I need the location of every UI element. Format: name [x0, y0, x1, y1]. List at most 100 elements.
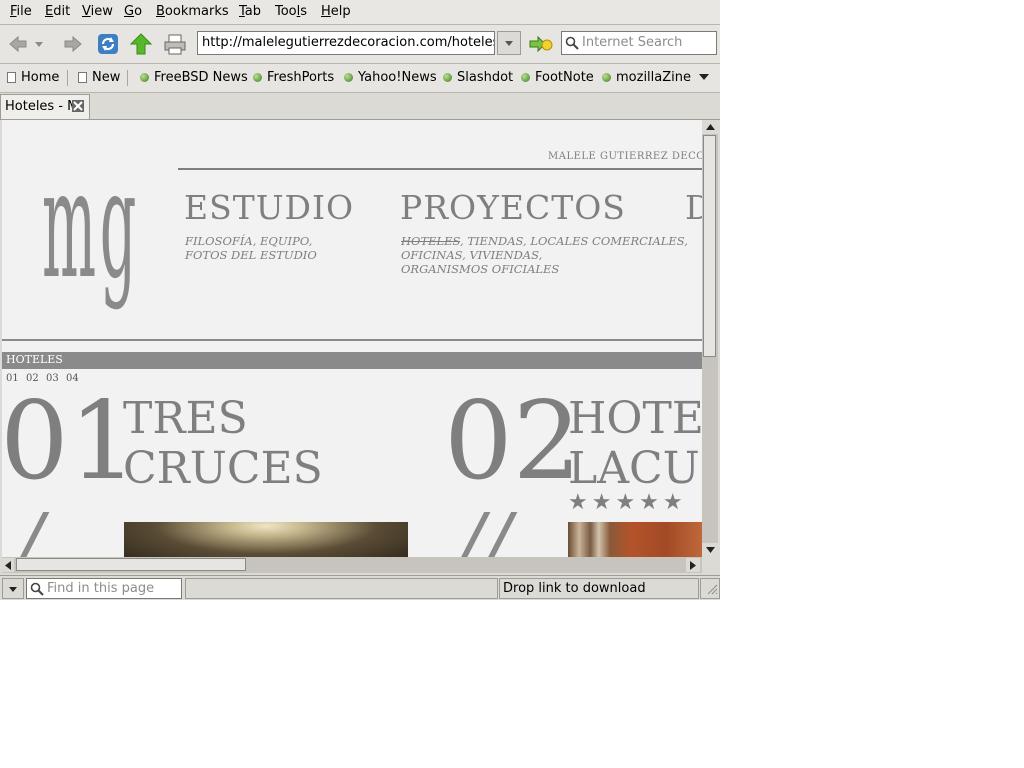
bookmark-freebsd-news[interactable]: FreeBSD News [140, 70, 248, 85]
scroll-left-button[interactable] [2, 558, 14, 572]
hotel-photo[interactable] [124, 522, 408, 557]
bookmarks-overflow-button[interactable] [698, 72, 710, 82]
status-panel-empty [185, 578, 498, 599]
hotel-star-rating: ★★★★★ [568, 490, 687, 515]
back-button[interactable] [5, 31, 31, 57]
resize-grip-icon [707, 584, 718, 595]
decorative-slash: / [16, 496, 43, 558]
nav-estudio[interactable]: ESTUDIO [184, 188, 354, 227]
go-arrow-icon [529, 35, 553, 53]
scroll-right-button[interactable] [686, 558, 700, 572]
resize-grip[interactable] [700, 578, 720, 599]
magnifier-icon [30, 582, 44, 596]
status-bar: Find in this page Drop link to download [0, 575, 720, 600]
hotel-title[interactable]: TRES CRUCES [123, 394, 323, 494]
arrow-down-icon [705, 547, 715, 553]
close-tab-icon[interactable] [72, 100, 84, 112]
arrow-right-icon [690, 560, 696, 570]
content-divider [2, 339, 702, 341]
find-placeholder: Find in this page [47, 581, 155, 596]
chevron-down-icon [505, 41, 513, 46]
bookmark-footnote[interactable]: FootNote [521, 70, 594, 85]
nav-proyectos-sub: HOTELES, TIENDAS, LOCALES COMERCIALES, O… [401, 234, 688, 276]
nav-proyectos-sub-line[interactable]: , TIENDAS, LOCALES COMERCIALES, [460, 234, 688, 248]
scroll-down-button[interactable] [702, 543, 718, 557]
forward-arrow-icon [64, 35, 82, 53]
nav-proyectos-sub-line[interactable]: ORGANISMOS OFICIALES [401, 262, 688, 276]
scroll-up-button[interactable] [702, 120, 718, 134]
navigation-toolbar: http://malelegutierrezdecoracion.com/hot… [0, 25, 720, 64]
menu-bar: File Edit View Go Bookmarks Tab Tools He… [0, 0, 720, 25]
bookmark-yahoo-news[interactable]: Yahoo!News [344, 70, 437, 85]
print-button[interactable] [162, 31, 188, 57]
bookmark-mozillazine[interactable]: mozillaZine [602, 70, 691, 85]
page-icon [7, 72, 16, 83]
site-name: MALELE GUTIERREZ DECORAC [548, 151, 702, 162]
tab-title: Hoteles - M [5, 99, 79, 114]
arrow-up-icon [705, 124, 715, 130]
chevron-down-icon [35, 42, 43, 47]
menu-go[interactable]: Go [124, 4, 142, 19]
section-title-bar: HOTELES [2, 352, 702, 369]
hotel-title-line: CRUCES [123, 443, 323, 494]
back-arrow-icon [9, 35, 27, 53]
tab-bar: Hoteles - M [0, 93, 720, 120]
menu-bookmarks[interactable]: Bookmarks [156, 4, 229, 19]
horizontal-scrollbar[interactable] [2, 557, 702, 573]
nav-estudio-sub: FILOSOFÍA, EQUIPO, FOTOS DEL ESTUDIO [185, 234, 317, 262]
rss-dot-icon [344, 73, 353, 82]
menu-tools[interactable]: Tools [275, 4, 307, 19]
bookmark-separator [127, 70, 128, 86]
home-up-button[interactable] [128, 31, 154, 57]
vertical-scrollbar[interactable] [702, 120, 718, 557]
page-content: mg MALELE GUTIERREZ DECORAC ESTUDIO FILO… [2, 120, 702, 557]
bookmarks-toolbar: Home New FreeBSD News FreshPorts Yahoo!N… [0, 64, 720, 93]
web-search-placeholder: Internet Search [582, 35, 683, 50]
reload-button[interactable] [95, 31, 121, 57]
nav-hoteles-link[interactable]: HOTELES [401, 234, 460, 248]
bookmark-new[interactable]: New [78, 70, 120, 85]
rss-dot-icon [140, 73, 149, 82]
page-icon [78, 72, 87, 83]
menu-view[interactable]: View [82, 4, 113, 19]
rss-dot-icon [443, 73, 452, 82]
nav-estudio-sub-line[interactable]: FOTOS DEL ESTUDIO [185, 248, 317, 262]
web-search-input[interactable]: Internet Search [561, 31, 717, 55]
menu-file[interactable]: File [10, 4, 32, 19]
url-input[interactable]: http://malelegutierrezdecoracion.com/hot… [197, 31, 495, 55]
chevron-down-icon [699, 74, 709, 80]
chevron-down-icon [9, 586, 17, 592]
find-in-page-input[interactable]: Find in this page [26, 578, 182, 599]
printer-icon [164, 34, 186, 55]
hotel-title[interactable]: HOTEL LACUS [568, 394, 702, 494]
bookmark-separator [67, 70, 68, 86]
forward-button[interactable] [60, 31, 86, 57]
menu-tab[interactable]: Tab [239, 4, 261, 19]
bookmark-freshports[interactable]: FreshPorts [253, 70, 334, 85]
status-message: Drop link to download [499, 578, 699, 599]
horizontal-scroll-thumb[interactable] [16, 558, 246, 571]
nav-estudio-sub-line[interactable]: FILOSOFÍA, EQUIPO, [185, 234, 317, 248]
hotel-title-line: HOTEL [568, 393, 702, 444]
find-options-button[interactable] [2, 578, 24, 599]
rss-dot-icon [521, 73, 530, 82]
site-logo[interactable]: mg [42, 150, 140, 300]
nav-proyectos-sub-line[interactable]: OFICINAS, VIVIENDAS, [401, 248, 688, 262]
nav-third-section[interactable]: D [685, 188, 702, 227]
nav-proyectos[interactable]: PROYECTOS [400, 188, 626, 227]
menu-help[interactable]: Help [321, 4, 351, 19]
reload-icon [98, 34, 118, 54]
bookmark-home[interactable]: Home [7, 70, 59, 85]
go-button[interactable] [528, 31, 554, 57]
hotel-number: 02 [444, 379, 582, 504]
arrow-left-icon [5, 560, 11, 570]
menu-edit[interactable]: Edit [45, 4, 70, 19]
up-arrow-icon [130, 33, 152, 55]
url-history-dropdown[interactable] [497, 31, 521, 55]
decorative-slash: // [457, 496, 511, 558]
bookmark-slashdot[interactable]: Slashdot [443, 70, 513, 85]
back-history-dropdown[interactable] [31, 31, 47, 57]
rss-dot-icon [602, 73, 611, 82]
vertical-scroll-thumb[interactable] [703, 135, 716, 357]
hotel-photo[interactable] [568, 522, 702, 557]
